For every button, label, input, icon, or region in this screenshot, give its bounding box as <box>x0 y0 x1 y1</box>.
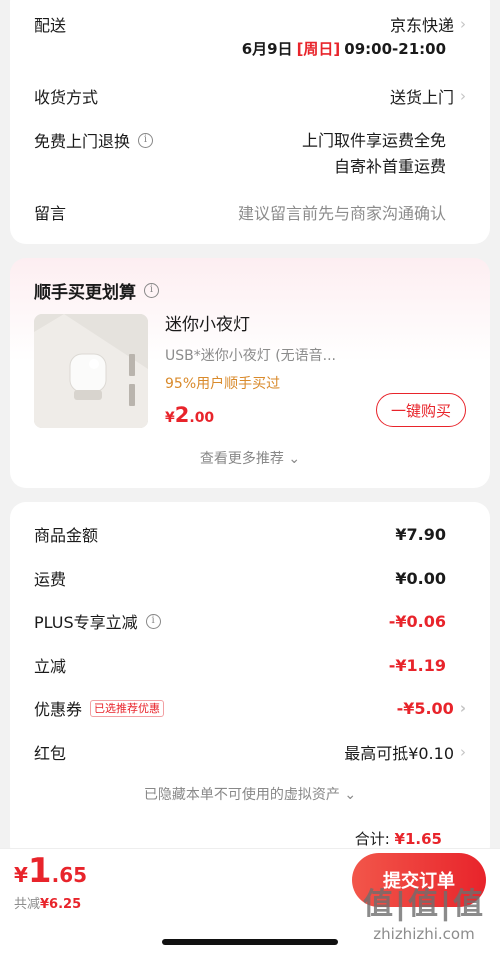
checkout-bar: ¥1.65 共减¥6.25 提交订单 值|值|值 zhizhizhi.com <box>0 848 500 956</box>
note-label: 留言 <box>34 204 67 223</box>
product-image[interactable] <box>34 314 148 428</box>
watermark-url: zhizhizhi.com <box>373 925 475 943</box>
one-click-buy-button[interactable]: 一键购买 <box>376 393 466 427</box>
total-row: 合计: ¥1.65 <box>355 828 442 849</box>
free-return-row: 免费上门退换 i 上门取件享运费全免 自寄补首重运费 <box>34 128 466 180</box>
receive-method-row[interactable]: 收货方式 送货上门 › <box>34 84 466 108</box>
note-input[interactable]: 建议留言前先与商家沟通确认 <box>238 200 466 224</box>
delivery-time-row[interactable]: 6月9日 [周日] 09:00-21:00 <box>34 38 466 59</box>
watermark: 值|值|值 zhizhizhi.com <box>354 879 494 943</box>
goods-amount-value: ¥7.90 <box>395 524 446 544</box>
chevron-right-icon: › <box>459 699 466 717</box>
free-return-line1: 上门取件享运费全免 <box>301 131 446 150</box>
saved-amount: 共减¥6.25 <box>14 897 82 912</box>
red-packet-row[interactable]: 红包 最高可抵¥0.10 › <box>34 740 466 764</box>
hidden-assets-toggle[interactable]: 已隐藏本单不可使用的虚拟资产 ⌄ <box>10 784 490 804</box>
more-recommendations-link[interactable]: 查看更多推荐 ⌄ <box>10 448 490 468</box>
plus-discount-label: PLUS专享立减 <box>34 613 138 632</box>
summary-row: PLUS专享立减 i -¥0.06 <box>34 609 466 633</box>
shipping-label: 运费 <box>34 570 67 589</box>
instant-discount-label: 立减 <box>34 657 67 676</box>
shipping-value: ¥0.00 <box>395 568 446 588</box>
instant-discount-value: -¥1.19 <box>388 655 446 675</box>
info-icon[interactable]: i <box>144 283 159 298</box>
goods-amount-label: 商品金额 <box>34 526 99 545</box>
summary-row: 运费 ¥0.00 <box>34 566 466 590</box>
chevron-right-icon: › <box>460 15 466 33</box>
watermark-logo: 值|值|值 <box>363 887 485 922</box>
total-value: ¥1.65 <box>394 830 442 848</box>
delivery-date: 6月9日 <box>241 40 293 58</box>
delivery-card: 配送 京东快递 › 6月9日 [周日] 09:00-21:00 收货方式 送货上… <box>10 0 490 244</box>
carrier-name: 京东快递 <box>389 16 454 35</box>
coupon-value: -¥5.00 <box>396 698 454 718</box>
receive-method-label: 收货方式 <box>34 88 99 107</box>
delivery-time: 09:00-21:00 <box>344 39 446 58</box>
free-return-label: 免费上门退换 <box>34 132 131 151</box>
total-label: 合计: <box>354 830 390 848</box>
info-icon[interactable]: i <box>145 613 161 629</box>
red-packet-value: 最高可抵¥0.10 <box>344 744 454 763</box>
delivery-row[interactable]: 配送 京东快递 › <box>34 12 466 36</box>
chevron-right-icon: › <box>460 743 466 761</box>
chevron-down-icon: ⌄ <box>288 451 301 467</box>
addon-title: 顺手买更划算 <box>34 283 136 303</box>
product-name[interactable]: 迷你小夜灯 <box>165 310 466 335</box>
delivery-weekday: [周日] <box>296 40 341 58</box>
red-packet-label: 红包 <box>34 744 67 763</box>
info-icon[interactable]: i <box>138 132 154 148</box>
receive-method-value: 送货上门 <box>389 88 454 107</box>
coupon-label: 优惠券 <box>34 700 83 719</box>
social-proof: 95%用户顺手买过 <box>165 376 281 392</box>
coupon-tag: 已选推荐优惠 <box>90 699 165 717</box>
night-light-icon <box>34 314 148 428</box>
home-indicator[interactable] <box>162 939 338 945</box>
summary-row: 商品金额 ¥7.90 <box>34 522 466 546</box>
delivery-label: 配送 <box>34 16 67 35</box>
summary-card: 商品金额 ¥7.90 运费 ¥0.00 PLUS专享立减 i -¥0.06 立减… <box>10 502 490 862</box>
summary-row: 立减 -¥1.19 <box>34 653 466 677</box>
plus-discount-value: -¥0.06 <box>388 611 446 631</box>
note-row[interactable]: 留言 建议留言前先与商家沟通确认 <box>34 200 466 224</box>
addon-card: 顺手买更划算 i 迷你小夜灯 USB*迷你小夜灯 (无语音... 95%用户顺手… <box>10 258 490 488</box>
chevron-down-icon: ⌄ <box>344 787 357 803</box>
pay-amount: ¥1.65 <box>14 851 88 891</box>
free-return-line2: 自寄补首重运费 <box>333 157 446 176</box>
coupon-row[interactable]: 优惠券 已选推荐优惠 -¥5.00 › <box>34 696 466 720</box>
chevron-right-icon: › <box>460 87 466 105</box>
product-desc: USB*迷你小夜灯 (无语音... <box>165 348 337 364</box>
